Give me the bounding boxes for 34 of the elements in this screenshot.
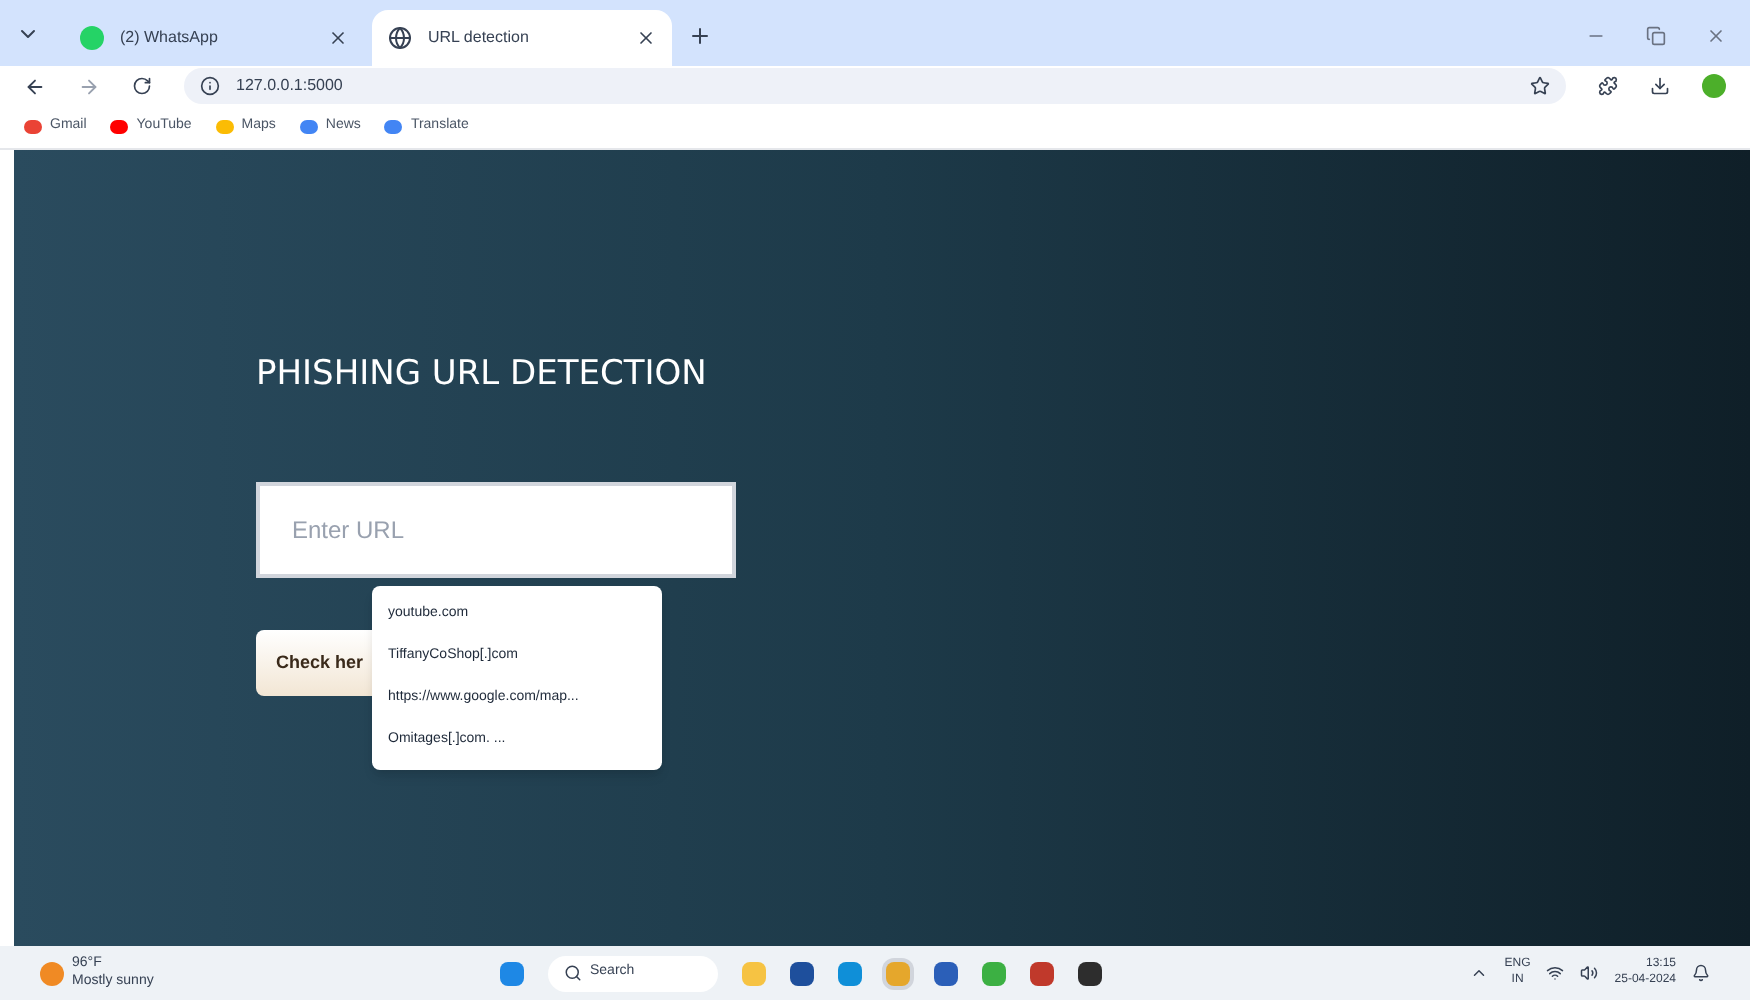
new-tab-icon[interactable] (688, 24, 712, 48)
browser-tab[interactable]: URL detection (372, 10, 672, 66)
tab-title: (2) WhatsApp (120, 26, 220, 50)
chevron-up-icon[interactable] (1470, 964, 1489, 982)
globe-icon (388, 26, 412, 50)
notification-icon[interactable] (1692, 964, 1710, 982)
reload-icon[interactable] (132, 76, 152, 96)
extensions-icon[interactable] (1598, 76, 1618, 96)
browser-tab[interactable]: (2) WhatsApp (64, 10, 364, 66)
wifi-icon[interactable] (1546, 964, 1565, 982)
start-icon[interactable] (500, 961, 524, 985)
site-info-icon[interactable] (200, 76, 220, 96)
search-icon (564, 964, 582, 982)
url-input-field[interactable]: Enter URL (256, 482, 736, 578)
close-icon[interactable] (328, 28, 348, 48)
app-icon[interactable] (790, 961, 814, 985)
download-icon[interactable] (1650, 76, 1670, 96)
bookmark-icon (215, 120, 234, 134)
back-icon[interactable] (24, 75, 46, 97)
bookmark-icon (299, 120, 318, 134)
bookmark-icon (110, 120, 129, 134)
tab-title: URL detection (428, 26, 531, 50)
profile-avatar[interactable] (1702, 74, 1726, 98)
page-heading: PHISHING URL DETECTION (256, 352, 707, 398)
volume-icon[interactable] (1580, 964, 1599, 982)
restore-icon[interactable] (1646, 26, 1666, 46)
forward-icon[interactable] (78, 75, 100, 97)
bookmark-star-icon[interactable] (1530, 76, 1550, 96)
bookmark-icon (384, 120, 403, 134)
bookmark-icon (24, 120, 42, 134)
app-icon[interactable] (934, 961, 958, 985)
close-icon[interactable] (636, 28, 656, 48)
address-bar[interactable]: 127.0.0.1:5000 (184, 68, 1566, 104)
app-icon[interactable] (1078, 961, 1102, 985)
